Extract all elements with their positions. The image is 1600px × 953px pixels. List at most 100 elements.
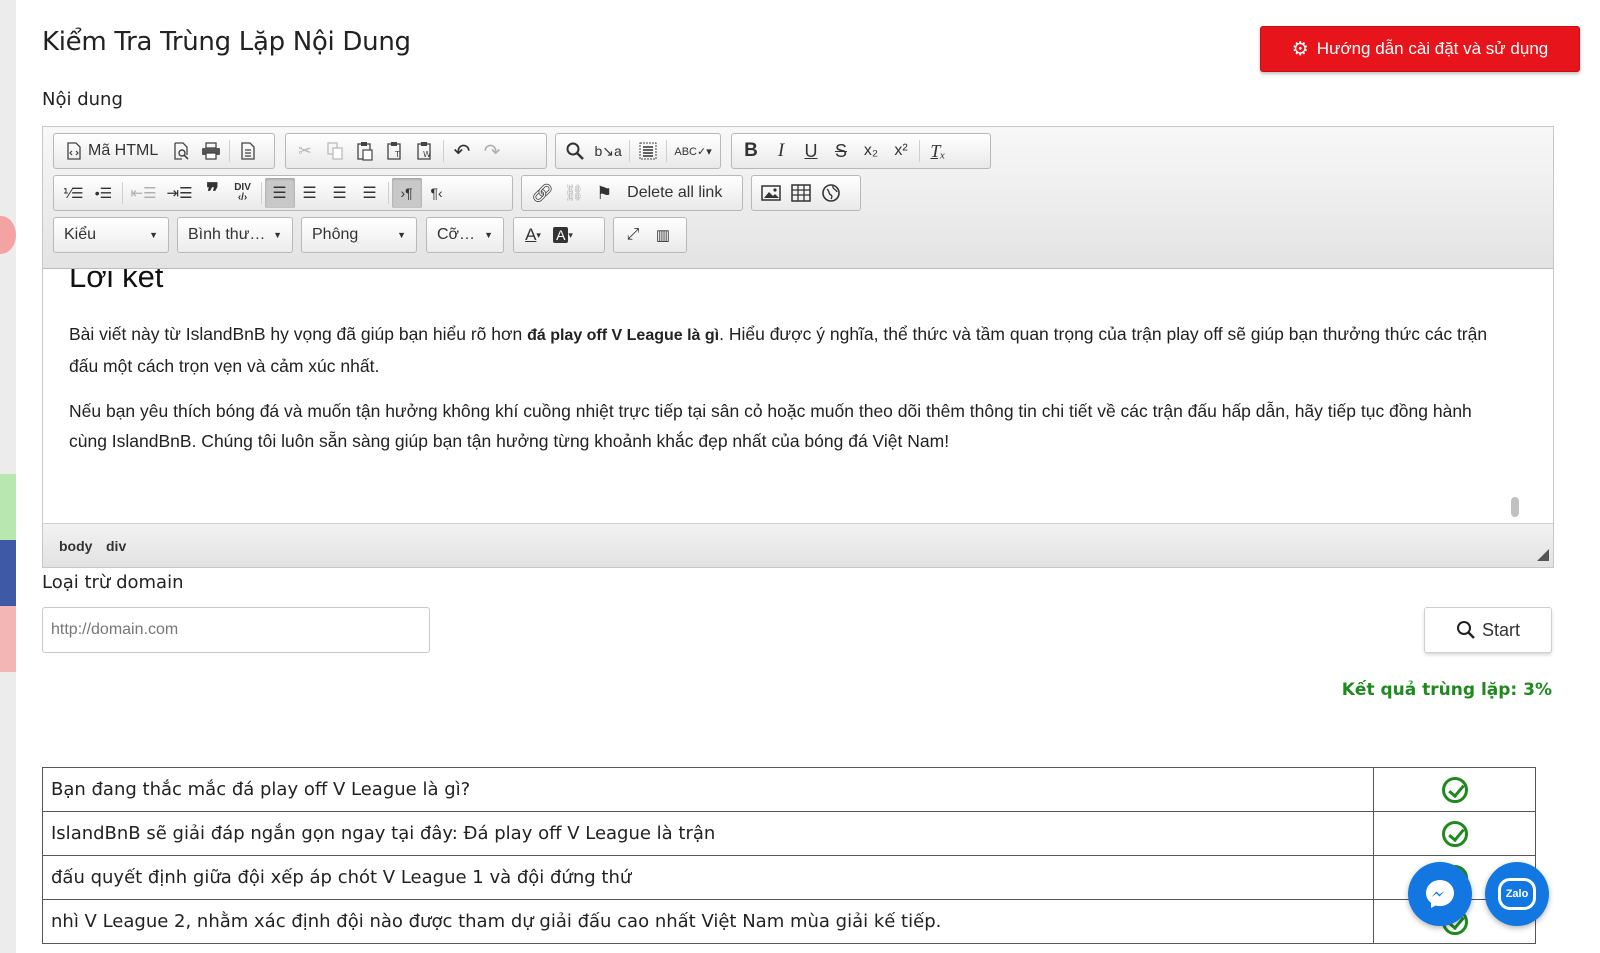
- subscript-icon: x₂: [863, 142, 879, 159]
- select-all-button[interactable]: [633, 136, 663, 166]
- editor-content[interactable]: Lời kết Bài viết này từ IslandBnB hy vọn…: [43, 269, 1523, 523]
- blockquote-button[interactable]: ❞: [198, 178, 228, 208]
- remove-format-icon: Tₓ: [930, 140, 946, 161]
- toolbar-group-document: Mã HTML: [53, 133, 275, 169]
- start-button[interactable]: Start: [1424, 607, 1552, 653]
- paste-text-icon: T: [387, 142, 401, 160]
- unlink-button[interactable]: ⛓︎: [559, 178, 589, 208]
- cut-button[interactable]: ✂: [290, 136, 320, 166]
- remove-format-button[interactable]: Tₓ: [923, 136, 953, 166]
- result-sentence: IslandBnB sẽ giải đáp ngắn gọn ngay tại …: [42, 811, 1374, 856]
- iframe-button[interactable]: [816, 178, 846, 208]
- domain-input[interactable]: [42, 607, 430, 653]
- print-button[interactable]: [196, 136, 226, 166]
- toolbar-group-tools: ⤢ ▥: [613, 217, 687, 253]
- undo-button[interactable]: ↶: [447, 136, 477, 166]
- maximize-icon: ⤢: [626, 226, 640, 243]
- paste-word-button[interactable]: W: [410, 136, 440, 166]
- superscript-button[interactable]: x²: [886, 136, 916, 166]
- format-select[interactable]: Bình thư… ▼: [177, 217, 293, 253]
- element-path-bar: body div: [43, 523, 1553, 567]
- toolbar-group-paragraph: ⅟☰ •☰ ⇤☰ ⇥☰ ❞ DIV ‹/› ☰ ☰ ☰ ☰ ›¶ ¶‹: [53, 175, 513, 211]
- paste-icon: [357, 142, 373, 161]
- size-select[interactable]: Cỡ… ▼: [426, 217, 504, 253]
- paste-text-button[interactable]: T: [380, 136, 410, 166]
- show-blocks-button[interactable]: ▥: [648, 220, 678, 250]
- text-color-button[interactable]: A ▾: [518, 220, 548, 250]
- delete-all-link-label: Delete all link: [627, 184, 723, 201]
- paragraph-text: Bài viết này từ IslandBnB hy vọng đã giú…: [69, 324, 528, 344]
- div-button[interactable]: DIV ‹/›: [228, 178, 258, 208]
- find-button[interactable]: [560, 136, 590, 166]
- div-icon: DIV ‹/›: [234, 182, 251, 203]
- chevron-down-icon: ▼: [149, 230, 158, 240]
- path-item-body[interactable]: body: [59, 538, 92, 554]
- guide-button[interactable]: ⚙ Hướng dẫn cài đặt và sử dụng: [1260, 26, 1580, 72]
- table-icon: [791, 184, 811, 202]
- replace-button[interactable]: b↘a: [590, 136, 626, 166]
- paste-button[interactable]: [350, 136, 380, 166]
- maximize-button[interactable]: ⤢: [618, 220, 648, 250]
- bulleted-list-button[interactable]: •☰: [89, 178, 119, 208]
- spellcheck-button[interactable]: ABC✓▾: [670, 136, 716, 166]
- strike-button[interactable]: S: [826, 136, 856, 166]
- source-label: Mã HTML: [88, 142, 159, 159]
- align-center-button[interactable]: ☰: [295, 178, 325, 208]
- chevron-down-icon: ▼: [273, 230, 282, 240]
- underline-button[interactable]: U: [796, 136, 826, 166]
- subscript-button[interactable]: x₂: [856, 136, 886, 166]
- image-icon: [761, 185, 781, 201]
- numbered-list-button[interactable]: ⅟☰: [58, 178, 89, 208]
- italic-button[interactable]: I: [766, 136, 796, 166]
- messenger-chat-button[interactable]: [1408, 862, 1472, 926]
- path-item-div[interactable]: div: [106, 538, 126, 554]
- left-side-strip: [0, 0, 16, 953]
- separator: [919, 140, 920, 162]
- side-blue-tab[interactable]: [0, 540, 16, 606]
- ltr-button[interactable]: ›¶: [391, 178, 422, 208]
- redo-button[interactable]: ↷: [477, 136, 507, 166]
- toolbar-group-colors: A ▾ A ▾: [513, 217, 605, 253]
- source-button[interactable]: Mã HTML: [58, 136, 166, 166]
- side-pink-button[interactable]: [0, 216, 16, 254]
- style-select[interactable]: Kiểu ▼: [53, 217, 169, 253]
- results-table: Bạn đang thắc mắc đá play off V League l…: [42, 767, 1536, 944]
- zalo-chat-button[interactable]: Zalo: [1485, 862, 1549, 926]
- align-left-icon: ☰: [272, 185, 287, 202]
- table-button[interactable]: [786, 178, 816, 208]
- search-icon: [1456, 621, 1475, 639]
- template-button[interactable]: [233, 136, 263, 166]
- numbered-list-icon: ⅟☰: [63, 184, 84, 201]
- italic-icon: I: [777, 140, 785, 161]
- bg-color-button[interactable]: A ▾: [548, 220, 578, 250]
- editor-scrollbar-thumb[interactable]: [1511, 497, 1519, 517]
- side-green-tab[interactable]: [0, 474, 16, 540]
- find-icon: [566, 142, 584, 160]
- delete-all-link-button[interactable]: Delete all link: [619, 178, 730, 208]
- align-right-button[interactable]: ☰: [325, 178, 355, 208]
- link-button[interactable]: 🔗︎: [526, 178, 559, 208]
- bulleted-list-icon: •☰: [94, 184, 113, 201]
- outdent-button[interactable]: ⇤☰: [126, 178, 162, 208]
- resize-handle[interactable]: [1537, 549, 1549, 561]
- rtl-button[interactable]: ¶‹: [422, 178, 452, 208]
- align-left-button[interactable]: ☰: [264, 178, 295, 208]
- result-sentence: nhì V League 2, nhằm xác định đội nào đư…: [42, 899, 1374, 944]
- page-title: Kiểm Tra Trùng Lặp Nội Dung: [42, 27, 411, 57]
- side-rose-tab[interactable]: [0, 606, 16, 672]
- result-status: [1373, 811, 1536, 856]
- editor-scrollbar[interactable]: [1523, 269, 1553, 523]
- indent-button[interactable]: ⇥☰: [162, 178, 198, 208]
- blockquote-icon: ❞: [206, 179, 219, 206]
- justify-button[interactable]: ☰: [355, 178, 385, 208]
- bold-button[interactable]: B: [736, 136, 766, 166]
- font-select[interactable]: Phông ▼: [301, 217, 417, 253]
- preview-button[interactable]: [166, 136, 196, 166]
- copy-button[interactable]: [320, 136, 350, 166]
- toolbar-group-editing: b↘a ABC✓▾: [555, 133, 721, 169]
- table-row: đấu quyết định giữa đội xếp áp chót V Le…: [42, 855, 1536, 900]
- preview-icon: [174, 142, 189, 160]
- anchor-button[interactable]: ⚑: [589, 178, 619, 208]
- text-color-icon: A: [525, 225, 537, 244]
- image-button[interactable]: [756, 178, 786, 208]
